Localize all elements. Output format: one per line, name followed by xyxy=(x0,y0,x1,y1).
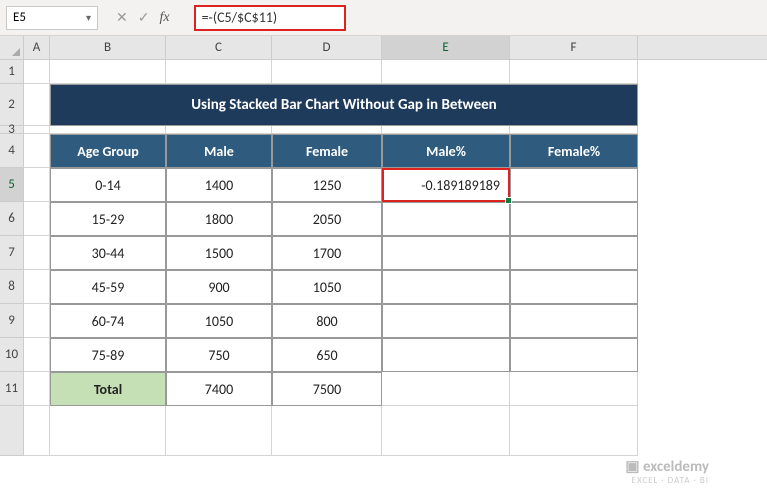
cell[interactable] xyxy=(24,168,50,202)
cell-male[interactable]: 1500 xyxy=(166,236,272,270)
col-header-f[interactable]: F xyxy=(510,36,638,60)
cell[interactable] xyxy=(382,126,510,134)
cell[interactable] xyxy=(24,84,50,126)
cell[interactable] xyxy=(166,60,272,84)
cell[interactable] xyxy=(24,236,50,270)
row-header-4[interactable]: 4 xyxy=(0,134,24,168)
cell[interactable] xyxy=(166,126,272,134)
row-header-5[interactable]: 5 xyxy=(0,168,24,202)
row-header-3[interactable]: 3 xyxy=(0,126,24,134)
cell-male[interactable]: 1050 xyxy=(166,304,272,338)
cell[interactable] xyxy=(50,126,166,134)
cell-malep: -0.189189189 xyxy=(421,177,500,194)
formula-text: =-(C5/$C$11) xyxy=(202,9,278,26)
cell-femalep[interactable] xyxy=(510,236,638,270)
cell-malep[interactable] xyxy=(382,236,510,270)
cell-femalep[interactable] xyxy=(510,168,638,202)
cell-malep[interactable] xyxy=(382,202,510,236)
fx-icon[interactable]: fx xyxy=(159,10,169,26)
cell[interactable] xyxy=(166,406,272,456)
th-age[interactable]: Age Group xyxy=(50,134,166,168)
cell[interactable] xyxy=(510,60,638,84)
row-header-8[interactable]: 8 xyxy=(0,270,24,304)
col-header-a[interactable]: A xyxy=(24,36,50,60)
confirm-icon[interactable]: ✓ xyxy=(138,9,150,26)
active-cell[interactable]: -0.189189189 xyxy=(382,168,510,202)
cell-malep[interactable] xyxy=(382,338,510,372)
cell-age[interactable]: 45-59 xyxy=(50,270,166,304)
row-header-11[interactable]: 11 xyxy=(0,372,24,406)
cell[interactable] xyxy=(50,406,166,456)
name-box-value: E5 xyxy=(13,10,26,25)
row-header-1[interactable]: 1 xyxy=(0,60,24,84)
cell-age[interactable]: 60-74 xyxy=(50,304,166,338)
cell-femalep[interactable] xyxy=(510,338,638,372)
cell[interactable] xyxy=(382,372,510,406)
col-header-e[interactable]: E xyxy=(382,36,510,60)
cell-female[interactable]: 650 xyxy=(272,338,382,372)
cell-femalep[interactable] xyxy=(510,202,638,236)
col-header-b[interactable]: B xyxy=(50,36,166,60)
total-male[interactable]: 7400 xyxy=(166,372,272,406)
watermark: ▣ exceldemy EXCEL · DATA · BI xyxy=(625,458,709,487)
cell-male[interactable]: 750 xyxy=(166,338,272,372)
cell-age[interactable]: 0-14 xyxy=(50,168,166,202)
total-female[interactable]: 7500 xyxy=(272,372,382,406)
th-femalep[interactable]: Female% xyxy=(510,134,638,168)
col-header-d[interactable]: D xyxy=(272,36,382,60)
row-header-10[interactable]: 10 xyxy=(0,338,24,372)
cell-age[interactable]: 30-44 xyxy=(50,236,166,270)
row-header[interactable] xyxy=(0,406,24,456)
cell-female[interactable]: 1250 xyxy=(272,168,382,202)
select-all-corner[interactable] xyxy=(0,36,24,60)
row-header-7[interactable]: 7 xyxy=(0,236,24,270)
cell[interactable] xyxy=(510,126,638,134)
cell[interactable] xyxy=(24,372,50,406)
cell-femalep[interactable] xyxy=(510,304,638,338)
cell[interactable] xyxy=(24,406,50,456)
cell-femalep[interactable] xyxy=(510,270,638,304)
cell[interactable] xyxy=(24,304,50,338)
cell-female[interactable]: 800 xyxy=(272,304,382,338)
cell[interactable] xyxy=(272,60,382,84)
th-malep[interactable]: Male% xyxy=(382,134,510,168)
cell-malep[interactable] xyxy=(382,304,510,338)
cell[interactable] xyxy=(510,372,638,406)
th-female[interactable]: Female xyxy=(272,134,382,168)
th-male[interactable]: Male xyxy=(166,134,272,168)
cell[interactable] xyxy=(24,60,50,84)
page-title[interactable]: Using Stacked Bar Chart Without Gap in B… xyxy=(50,84,638,126)
cell[interactable] xyxy=(272,406,382,456)
fill-handle[interactable] xyxy=(505,197,512,204)
cell-malep[interactable] xyxy=(382,270,510,304)
cell-male[interactable]: 900 xyxy=(166,270,272,304)
row-header-9[interactable]: 9 xyxy=(0,304,24,338)
cell[interactable] xyxy=(24,126,50,134)
cell[interactable] xyxy=(272,126,382,134)
cell[interactable] xyxy=(24,202,50,236)
cell[interactable] xyxy=(24,270,50,304)
cell-age[interactable]: 75-89 xyxy=(50,338,166,372)
cell[interactable] xyxy=(24,338,50,372)
cell[interactable] xyxy=(510,406,638,456)
cell[interactable] xyxy=(382,60,510,84)
cell-female[interactable]: 2050 xyxy=(272,202,382,236)
formula-bar[interactable]: =-(C5/$C$11) xyxy=(194,5,346,31)
cancel-icon[interactable]: ✕ xyxy=(116,9,128,26)
col-header-c[interactable]: C xyxy=(166,36,272,60)
chevron-down-icon: ▾ xyxy=(86,11,91,24)
cell[interactable] xyxy=(24,134,50,168)
cell-male[interactable]: 1400 xyxy=(166,168,272,202)
cell-female[interactable]: 1700 xyxy=(272,236,382,270)
cell-age[interactable]: 15-29 xyxy=(50,202,166,236)
row-header-6[interactable]: 6 xyxy=(0,202,24,236)
row-header-2[interactable]: 2 xyxy=(0,84,24,126)
cell[interactable] xyxy=(382,406,510,456)
cell[interactable] xyxy=(50,60,166,84)
name-box[interactable]: E5 ▾ xyxy=(6,6,98,30)
total-label[interactable]: Total xyxy=(50,372,166,406)
cell-female[interactable]: 1050 xyxy=(272,270,382,304)
cell-male[interactable]: 1800 xyxy=(166,202,272,236)
